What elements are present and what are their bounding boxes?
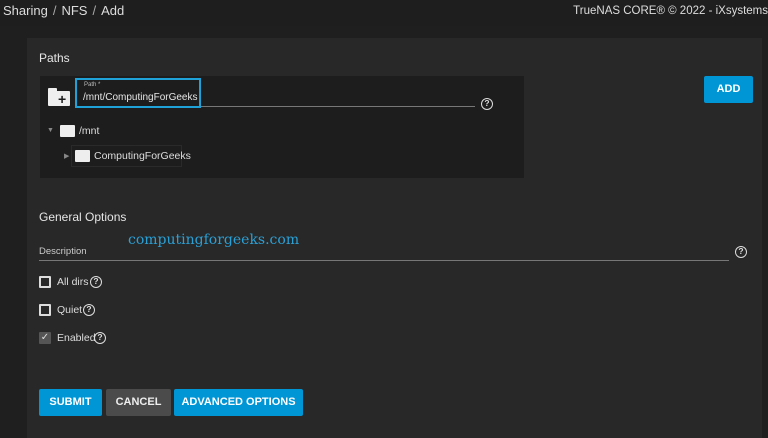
enabled-checkbox[interactable]: ✓	[39, 332, 51, 344]
add-path-button[interactable]: ADD	[704, 76, 753, 103]
path-help-icon[interactable]: ?	[481, 98, 493, 110]
all-dirs-help-icon[interactable]: ?	[90, 276, 102, 288]
quiet-checkbox[interactable]	[39, 304, 51, 316]
breadcrumb-sharing[interactable]: Sharing	[3, 3, 48, 18]
tree-node-mnt[interactable]: /mnt	[79, 125, 99, 137]
tree-node-computingforgeeks[interactable]: ComputingForGeeks	[94, 150, 191, 162]
folder-icon	[60, 125, 75, 137]
quiet-label: Quiet	[57, 304, 83, 316]
watermark: computingforgeeks.com	[128, 232, 300, 248]
description-help-icon[interactable]: ?	[735, 246, 747, 258]
expand-down-icon[interactable]: ▼	[47, 127, 54, 134]
paths-heading: Paths	[39, 51, 70, 65]
path-input[interactable]: Path * /mnt/ComputingForGeeks	[75, 78, 201, 108]
breadcrumb-add: Add	[101, 3, 125, 18]
enabled-label: Enabled	[57, 332, 96, 344]
description-label: Description	[39, 246, 87, 257]
enabled-help-icon[interactable]: ?	[94, 332, 106, 344]
breadcrumb: Sharing / NFS / Add	[3, 3, 125, 18]
all-dirs-label: All dirs	[57, 276, 89, 288]
top-bar: Sharing / NFS / Add TrueNAS CORE® © 2022 - i…	[0, 0, 768, 26]
submit-button[interactable]: SUBMIT	[39, 389, 102, 416]
all-dirs-checkbox[interactable]	[39, 276, 51, 288]
quiet-help-icon[interactable]: ?	[83, 304, 95, 316]
folder-add-icon[interactable]: +	[48, 88, 70, 106]
description-input[interactable]	[39, 260, 729, 261]
path-label: Path *	[84, 82, 101, 88]
cancel-button[interactable]: CANCEL	[106, 389, 171, 416]
breadcrumb-nfs[interactable]: NFS	[61, 3, 87, 18]
path-underline	[201, 106, 475, 107]
expand-right-icon[interactable]: ▶	[64, 152, 69, 160]
path-value[interactable]: /mnt/ComputingForGeeks	[83, 92, 198, 103]
brand-copyright: TrueNAS CORE® © 2022 - iXsystems	[573, 5, 768, 17]
folder-icon	[75, 150, 90, 162]
advanced-options-button[interactable]: ADVANCED OPTIONS	[174, 389, 303, 416]
general-options-heading: General Options	[39, 210, 127, 224]
